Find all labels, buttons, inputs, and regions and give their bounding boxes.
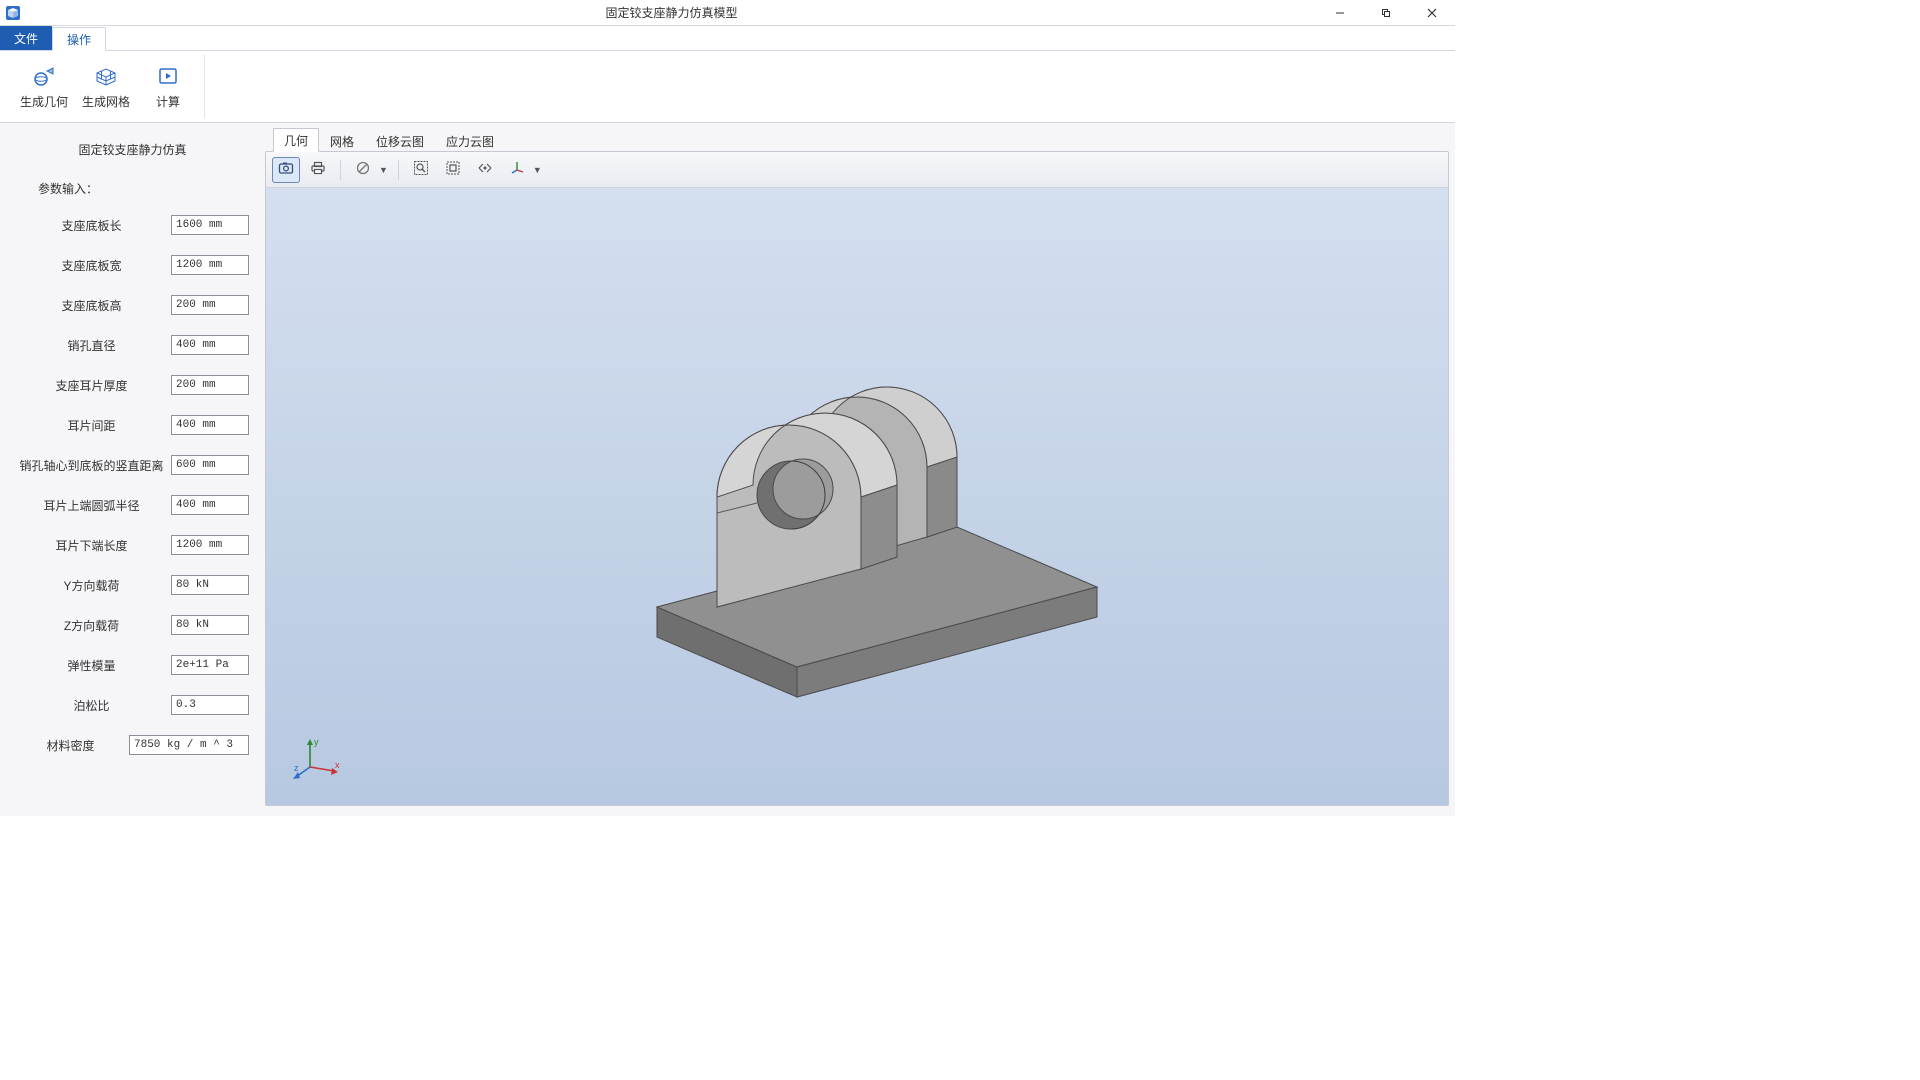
- param-poisson-label: 泊松比: [16, 697, 171, 714]
- param-ear-arc-r-label: 耳片上端圆弧半径: [16, 497, 171, 514]
- param-elastic-mod-label: 弹性模量: [16, 657, 171, 674]
- ribbon-tab-operate-label: 操作: [67, 31, 91, 48]
- param-base-length-input[interactable]: [171, 215, 249, 235]
- param-elastic-mod-input[interactable]: [171, 655, 249, 675]
- orientation-triad: y x z: [294, 737, 342, 781]
- snapshot-button[interactable]: [272, 157, 300, 183]
- param-ear-gap-label: 耳片间距: [16, 417, 171, 434]
- param-base-height-label: 支座底板高: [16, 297, 171, 314]
- param-ear-thickness-input[interactable]: [171, 375, 249, 395]
- param-ear-arc-r-input[interactable]: [171, 495, 249, 515]
- print-button[interactable]: [304, 157, 332, 183]
- ribbon-tab-file[interactable]: 文件: [0, 26, 52, 50]
- svg-text:x: x: [335, 760, 340, 770]
- view-tab-mesh-label: 网格: [330, 135, 354, 149]
- axis-icon: [509, 160, 525, 179]
- param-poisson-input[interactable]: [171, 695, 249, 715]
- zoom-box-button[interactable]: [439, 157, 467, 183]
- param-ear-bottom-l-label: 耳片下端长度: [16, 537, 171, 554]
- reset-view-button[interactable]: [471, 157, 499, 183]
- param-pin-diameter-label: 销孔直径: [16, 337, 171, 354]
- view-tab-displacement[interactable]: 位移云图: [365, 129, 435, 152]
- chevron-down-icon: ▼: [533, 165, 542, 175]
- compute-label: 计算: [156, 93, 180, 110]
- parameter-sidebar: 固定铰支座静力仿真 参数输入： 支座底板长 支座底板宽 支座底板高 销孔直径 支…: [0, 123, 265, 816]
- svg-text:y: y: [314, 737, 319, 747]
- param-pin-to-base-input[interactable]: [171, 455, 249, 475]
- view-tab-stress-label: 应力云图: [446, 135, 494, 149]
- ribbon-tab-operate[interactable]: 操作: [52, 27, 106, 51]
- param-load-z-label: Z方向载荷: [16, 617, 171, 634]
- viewport-toolbar: ▼ ▼: [266, 152, 1448, 188]
- param-density-input[interactable]: [129, 735, 249, 755]
- app-icon: [0, 0, 26, 26]
- maximize-button[interactable]: [1363, 0, 1409, 26]
- ribbon-tab-file-label: 文件: [14, 30, 38, 47]
- param-pin-diameter-input[interactable]: [171, 335, 249, 355]
- param-base-width-label: 支座底板宽: [16, 257, 171, 274]
- param-pin-to-base-label: 销孔轴心到底板的竖直距离: [16, 457, 171, 474]
- compute-button[interactable]: 计算: [140, 57, 196, 116]
- close-button[interactable]: [1409, 0, 1455, 26]
- param-load-y-label: Y方向载荷: [16, 577, 171, 594]
- mesh-icon: [93, 63, 119, 89]
- param-density-label: 材料密度: [16, 737, 129, 754]
- param-base-height-input[interactable]: [171, 295, 249, 315]
- param-load-y-input[interactable]: [171, 575, 249, 595]
- generate-mesh-button[interactable]: 生成网格: [78, 57, 134, 116]
- zoom-extents-button[interactable]: [407, 157, 435, 183]
- view-tab-geometry[interactable]: 几何: [273, 128, 319, 152]
- view-orientation-dropdown[interactable]: ▼: [503, 157, 544, 183]
- param-ear-bottom-l-input[interactable]: [171, 535, 249, 555]
- printer-icon: [310, 160, 326, 179]
- zoom-extents-icon: [413, 160, 429, 179]
- sidebar-title: 固定铰支座静力仿真: [16, 141, 249, 158]
- generate-geometry-label: 生成几何: [20, 93, 68, 110]
- viewport-3d[interactable]: y x z: [266, 188, 1448, 805]
- param-base-length-label: 支座底板长: [16, 217, 171, 234]
- param-ear-thickness-label: 支座耳片厚度: [16, 377, 171, 394]
- generate-geometry-button[interactable]: 生成几何: [16, 57, 72, 116]
- window-title: 固定铰支座静力仿真模型: [26, 4, 1317, 21]
- geometry-icon: [31, 63, 57, 89]
- sidebar-subtitle: 参数输入：: [38, 180, 227, 197]
- scene-light-dropdown[interactable]: ▼: [349, 157, 390, 183]
- no-entry-icon: [355, 160, 371, 179]
- model-hinge-support: [597, 277, 1117, 700]
- view-tab-displacement-label: 位移云图: [376, 135, 424, 149]
- minimize-button[interactable]: [1317, 0, 1363, 26]
- view-tab-mesh[interactable]: 网格: [319, 129, 365, 152]
- zoom-box-icon: [445, 160, 461, 179]
- param-base-width-input[interactable]: [171, 255, 249, 275]
- chevron-down-icon: ▼: [379, 165, 388, 175]
- svg-text:z: z: [294, 763, 299, 773]
- param-load-z-input[interactable]: [171, 615, 249, 635]
- view-tab-stress[interactable]: 应力云图: [435, 129, 505, 152]
- reset-view-icon: [477, 160, 493, 179]
- view-tab-geometry-label: 几何: [284, 134, 308, 148]
- param-ear-gap-input[interactable]: [171, 415, 249, 435]
- generate-mesh-label: 生成网格: [82, 93, 130, 110]
- compute-icon: [155, 63, 181, 89]
- camera-icon: [278, 160, 294, 179]
